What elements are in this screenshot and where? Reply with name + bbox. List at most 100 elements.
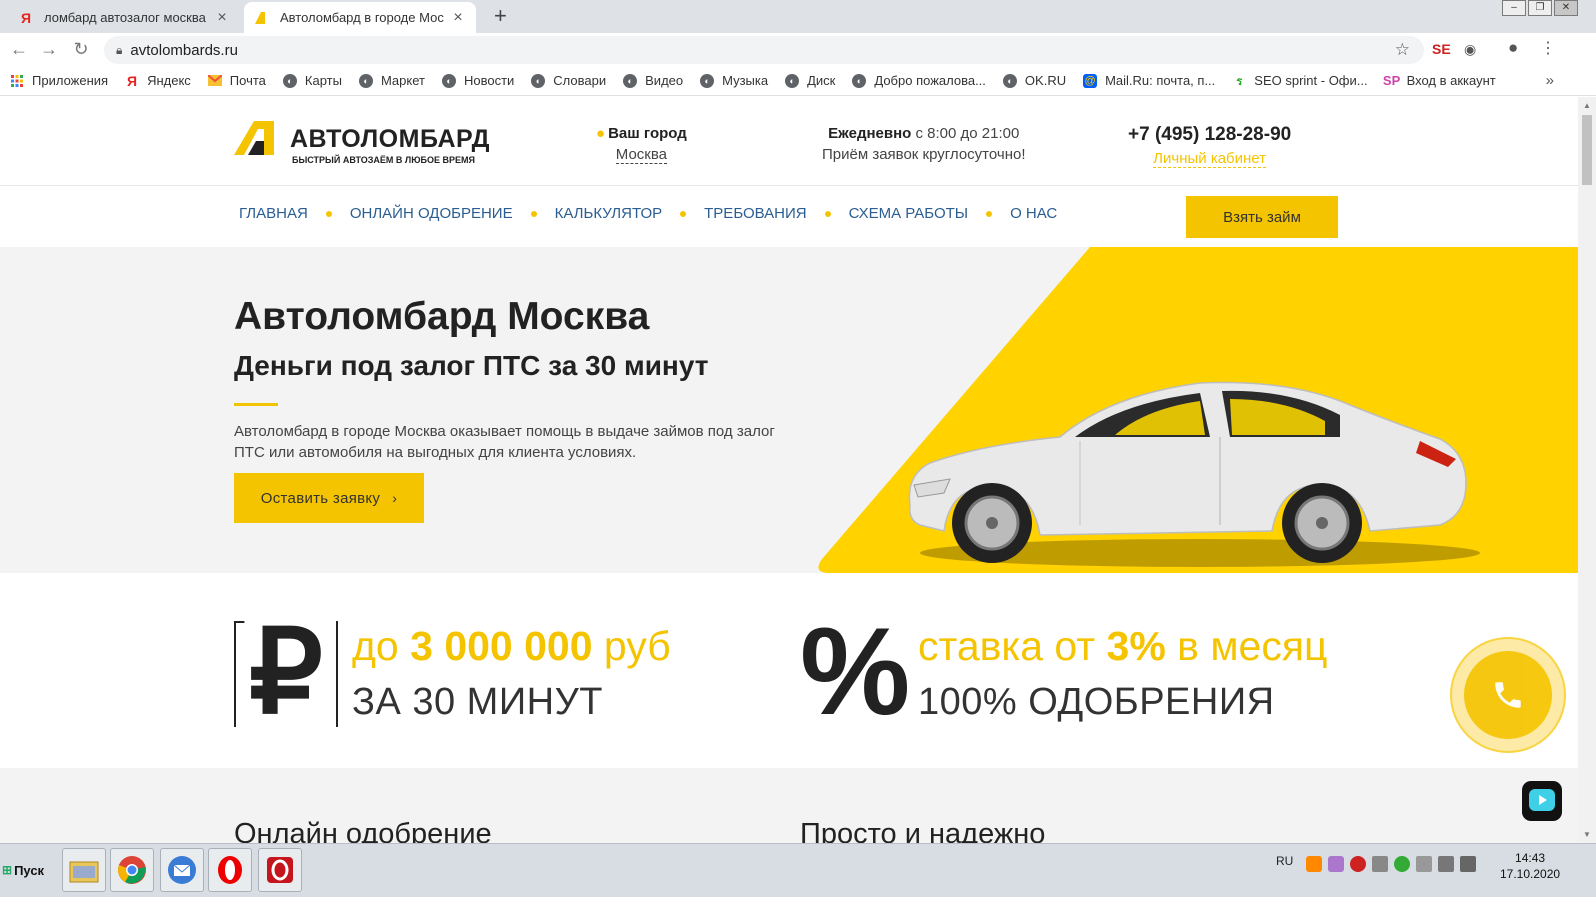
page-scrollbar[interactable]: ▲ ▼ xyxy=(1578,97,1596,843)
logo-mark-icon xyxy=(234,121,274,155)
close-tab-icon[interactable]: × xyxy=(450,9,466,27)
scrollbar-thumb[interactable] xyxy=(1582,115,1592,185)
clock-date: 17.10.2020 xyxy=(1500,867,1561,881)
restore-button[interactable]: ❐ xyxy=(1528,0,1552,16)
get-loan-button[interactable]: Взять займ xyxy=(1186,196,1338,238)
opera-red-icon[interactable] xyxy=(258,848,302,892)
system-tray xyxy=(1306,856,1476,872)
working-hours: ◷Ежедневно с 8:00 до 21:00 Приём заявок … xyxy=(822,125,1026,163)
chrome-menu-icon[interactable]: ⋮ xyxy=(1540,38,1556,58)
nav-home[interactable]: ГЛАВНАЯ xyxy=(239,205,308,222)
hero-title: Автоломбард Москва xyxy=(234,295,650,338)
main-nav: ГЛАВНАЯ ОНЛАЙН ОДОБРЕНИЕ КАЛЬКУЛЯТОР ТРЕ… xyxy=(239,205,1057,222)
globe-icon: ◐ xyxy=(1002,73,1017,88)
bookmark-welcome[interactable]: ◐ Добро пожалова... xyxy=(852,73,986,88)
security-icon[interactable] xyxy=(1394,856,1410,872)
bookmark-apps[interactable]: Приложения xyxy=(10,73,108,88)
submit-application-button[interactable]: Оставить заявку › xyxy=(234,473,424,523)
bookmarks-overflow-icon[interactable]: » xyxy=(1546,72,1554,89)
tray-app-icon[interactable] xyxy=(1306,856,1322,872)
volume-icon[interactable] xyxy=(1372,856,1388,872)
hero-accent-line xyxy=(234,403,278,406)
bookmark-music[interactable]: ◐ Музыка xyxy=(700,73,768,88)
close-tab-icon[interactable]: × xyxy=(214,9,230,27)
mail-client-icon[interactable] xyxy=(160,848,204,892)
close-window-button[interactable]: ✕ xyxy=(1554,0,1578,16)
file-manager-icon[interactable] xyxy=(62,848,106,892)
personal-cabinet-link[interactable]: Личный кабинет xyxy=(1153,150,1267,168)
section-title-online-approval: Онлайн одобрение xyxy=(234,818,492,843)
system-clock[interactable]: 14:43 17.10.2020 xyxy=(1500,850,1560,882)
chrome-icon[interactable] xyxy=(110,848,154,892)
url-text: avtolombards.ru xyxy=(130,41,238,59)
scroll-up-arrow-icon[interactable]: ▲ xyxy=(1583,101,1591,110)
forward-arrow-icon[interactable]: → xyxy=(38,39,60,60)
nav-workflow[interactable]: СХЕМА РАБОТЫ xyxy=(849,205,968,222)
nav-separator-dot xyxy=(325,210,332,217)
windows-taskbar: ⊞ Пуск RU 14:43 17.10.2020 xyxy=(0,843,1596,897)
section-title-simple-reliable: Просто и надежно xyxy=(800,818,1046,843)
network-signal-icon[interactable] xyxy=(1416,856,1432,872)
nav-calculator[interactable]: КАЛЬКУЛЯТОР xyxy=(555,205,663,222)
windows-flag-icon: ⊞ xyxy=(2,863,13,877)
seo-extension-icon[interactable]: SE xyxy=(1432,41,1451,57)
submit-application-label: Оставить заявку xyxy=(260,489,381,507)
new-tab-button[interactable]: + xyxy=(494,3,507,29)
bookmark-mailru[interactable]: @ Mail.Ru: почта, п... xyxy=(1083,73,1215,88)
mailru-icon: @ xyxy=(1083,73,1098,88)
tray-opera-icon[interactable] xyxy=(1350,856,1366,872)
action-center-flag-icon[interactable] xyxy=(1460,856,1476,872)
bookmark-seosprint[interactable]: ร SEO sprint - Офи... xyxy=(1232,73,1367,88)
bookmark-okru[interactable]: ◐ OK.RU xyxy=(1002,73,1066,88)
callback-button[interactable] xyxy=(1450,637,1566,753)
apps-grid-icon xyxy=(10,74,24,88)
bookmark-disk[interactable]: ◐ Диск xyxy=(785,73,835,88)
bookmark-login[interactable]: SP Вход в аккаунт xyxy=(1383,73,1496,88)
chat-widget-button[interactable] xyxy=(1522,781,1562,821)
phone-number[interactable]: +7 (495) 128-28-90 xyxy=(1128,124,1291,146)
bookmark-yandex[interactable]: Я Яндекс xyxy=(125,73,191,89)
bookmark-maps[interactable]: ◐ Карты xyxy=(282,73,342,88)
opera-icon[interactable] xyxy=(208,848,252,892)
nav-separator-dot xyxy=(680,210,687,217)
clock-time: 14:43 xyxy=(1515,851,1546,865)
globe-icon: ◐ xyxy=(852,73,867,88)
reload-icon[interactable]: ↻ xyxy=(70,39,92,60)
nav-requirements[interactable]: ТРЕБОВАНИЯ xyxy=(704,205,806,222)
signal-bars-icon[interactable] xyxy=(1438,856,1454,872)
tab-avtolombard[interactable]: Автоломбард в городе Моск × xyxy=(244,2,476,33)
tab-title: ломбард автозалог москва – xyxy=(44,10,208,25)
start-label: Пуск xyxy=(14,862,45,878)
city-selector: ● Ваш город Москва xyxy=(596,125,687,164)
hours-note: Приём заявок круглосуточно! xyxy=(822,146,1026,163)
page-viewport: АВТОЛОМБАРД БЫСТРЫЙ АВТОЗАЁМ В ЛЮБОЕ ВРЕ… xyxy=(0,97,1578,843)
profile-avatar-icon[interactable]: ● xyxy=(1508,38,1518,58)
extension-circle-icon[interactable]: ◉ xyxy=(1464,41,1476,58)
hero-section: Автоломбард Москва Деньги под залог ПТС … xyxy=(0,247,1578,573)
city-link[interactable]: Москва xyxy=(615,146,667,164)
window-controls: – ❐ ✕ xyxy=(1502,0,1578,16)
bookmark-star-icon[interactable]: ☆ xyxy=(1395,40,1410,60)
bookmark-market[interactable]: ◐ Маркет xyxy=(358,73,425,88)
phone-handset-icon xyxy=(1495,682,1521,708)
hero-subtitle: Деньги под залог ПТС за 30 минут xyxy=(234,350,709,381)
tab-yandex-search[interactable]: Я ломбард автозалог москва – × xyxy=(8,2,240,33)
scroll-down-arrow-icon[interactable]: ▼ xyxy=(1583,830,1591,839)
nav-online-approval[interactable]: ОНЛАЙН ОДОБРЕНИЕ xyxy=(350,205,513,222)
start-button[interactable]: ⊞ Пуск xyxy=(2,850,50,890)
hours-daily: Ежедневно xyxy=(828,125,912,142)
bookmark-news[interactable]: ◐ Новости xyxy=(441,73,514,88)
minimize-button[interactable]: – xyxy=(1502,0,1526,16)
bookmarks-bar: Приложения Я Яндекс Почта ◐ Карты ◐ Маркет … xyxy=(0,66,1596,96)
bookmark-mail[interactable]: Почта xyxy=(207,73,266,88)
nav-separator-dot xyxy=(986,210,993,217)
tray-pen-icon[interactable] xyxy=(1328,856,1344,872)
bookmark-dictionaries[interactable]: ◐ Словари xyxy=(531,73,606,88)
bookmark-video[interactable]: ◐ Видео xyxy=(623,73,683,88)
nav-about[interactable]: О НАС xyxy=(1010,205,1057,222)
address-bar[interactable]: 🔒︎ avtolombards.ru ☆ xyxy=(104,36,1424,64)
nav-separator-dot xyxy=(824,210,831,217)
globe-icon: ◐ xyxy=(700,73,715,88)
back-arrow-icon[interactable]: ← xyxy=(8,39,30,60)
language-indicator[interactable]: RU xyxy=(1276,854,1293,868)
